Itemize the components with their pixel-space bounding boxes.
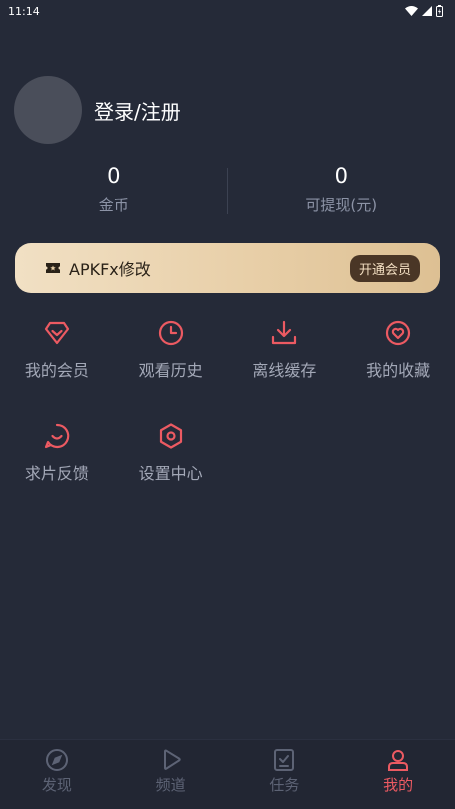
signal-icon <box>422 6 432 16</box>
feature-label: 设置中心 <box>138 464 203 483</box>
tab-label: 任务 <box>269 776 300 794</box>
chat-bubble-icon <box>42 421 72 451</box>
feature-grid: 我的会员 观看历史 离线缓存 我的收藏 求片反馈 设置中心 <box>0 318 455 484</box>
vip-info: APKFx修改 <box>45 256 151 280</box>
heart-icon <box>383 318 413 348</box>
user-icon <box>388 750 409 771</box>
feature-label: 求片反馈 <box>24 464 89 483</box>
feature-settings-center[interactable]: 设置中心 <box>114 421 228 484</box>
withdrawable-label: 可提现(元) <box>305 196 378 214</box>
compass-icon <box>45 749 68 771</box>
tab-channel[interactable]: 频道 <box>114 740 228 809</box>
wifi-icon <box>405 6 418 16</box>
play-icon <box>163 749 181 770</box>
feature-request-feedback[interactable]: 求片反馈 <box>0 421 114 484</box>
tab-label: 频道 <box>155 776 186 794</box>
ticket-icon <box>46 263 60 273</box>
feature-label: 我的收藏 <box>366 361 431 380</box>
vip-text: APKFx修改 <box>69 260 151 279</box>
coins-value: 0 <box>107 164 121 188</box>
feature-my-vip[interactable]: 我的会员 <box>0 318 114 381</box>
tab-label: 发现 <box>41 776 72 794</box>
download-icon <box>269 318 299 348</box>
settings-hexagon-icon <box>156 421 186 451</box>
profile-header[interactable]: 登录/注册 <box>14 76 181 144</box>
feature-label: 离线缓存 <box>252 361 317 380</box>
coins-stat[interactable]: 0 金币 <box>0 162 228 224</box>
withdrawable-stat[interactable]: 0 可提现(元) <box>228 162 455 224</box>
clock-icon <box>156 318 186 348</box>
avatar[interactable] <box>14 76 82 144</box>
open-vip-button[interactable]: 开通会员 <box>349 254 420 282</box>
feature-label: 我的会员 <box>24 361 89 380</box>
tab-discover[interactable]: 发现 <box>0 740 114 809</box>
login-register-link[interactable]: 登录/注册 <box>94 96 181 125</box>
diamond-icon <box>42 318 72 348</box>
feature-offline-cache[interactable]: 离线缓存 <box>228 318 342 381</box>
vip-banner[interactable]: APKFx修改 开通会员 <box>15 243 440 293</box>
tab-tasks[interactable]: 任务 <box>228 740 342 809</box>
tab-mine[interactable]: 我的 <box>341 740 455 809</box>
tab-label: 我的 <box>383 776 414 794</box>
feature-watch-history[interactable]: 观看历史 <box>114 318 228 381</box>
coins-label: 金币 <box>98 196 129 214</box>
withdrawable-value: 0 <box>334 164 348 188</box>
feature-my-favorites[interactable]: 我的收藏 <box>341 318 455 381</box>
bottom-tab-bar: 发现 频道 任务 我的 <box>0 739 455 809</box>
checklist-icon <box>274 749 295 771</box>
stats-divider <box>227 168 228 214</box>
stats-row: 0 金币 0 可提现(元) <box>0 162 455 224</box>
battery-icon <box>436 5 443 17</box>
status-icons <box>405 5 443 17</box>
status-bar: 11:14 <box>0 0 455 22</box>
status-time: 11:14 <box>8 4 40 18</box>
feature-label: 观看历史 <box>138 361 203 380</box>
